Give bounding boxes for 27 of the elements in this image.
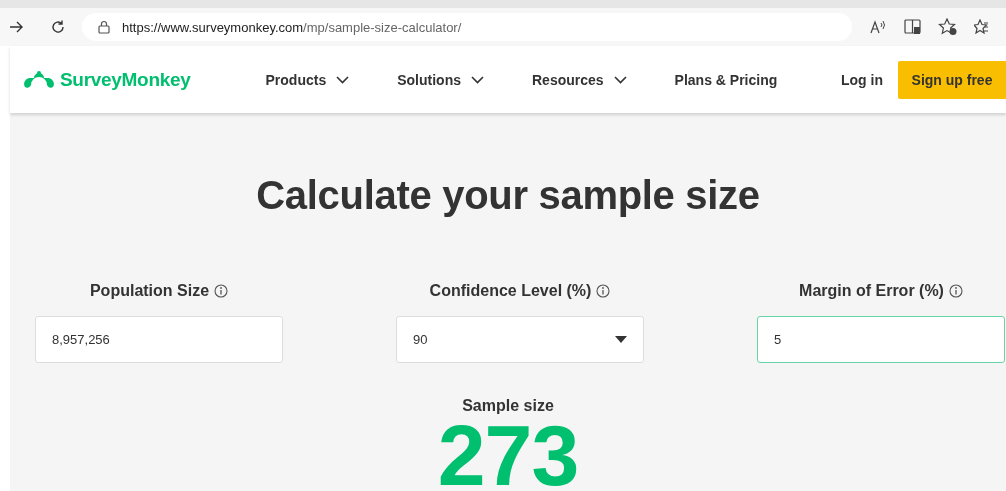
dropdown-triangle-icon (615, 336, 627, 343)
field-label: Confidence Level (%) (429, 282, 592, 300)
nav-menu-item[interactable]: Products (265, 71, 350, 88)
field-label: Population Size (89, 282, 210, 300)
url-text: https://www.surveymonkey.com/mp/sample-size-calculator/ (122, 19, 462, 35)
field-label: Margin of Error (%) (799, 282, 944, 300)
sign-up-button[interactable]: Sign up free (898, 60, 1006, 99)
nav-menu-item[interactable]: Solutions (397, 71, 484, 88)
info-icon[interactable] (214, 284, 229, 298)
address-bar[interactable]: https://www.surveymonkey.com/mp/sample-size-calculator/ (82, 13, 852, 41)
input-field[interactable]: 5 (757, 316, 1005, 363)
result-label: Sample size (462, 397, 554, 415)
reader-view-icon[interactable] (904, 19, 922, 35)
refresh-icon[interactable] (50, 19, 66, 35)
favorite-star-icon[interactable] (938, 18, 958, 36)
favorites-list-icon[interactable] (974, 19, 988, 35)
nav-menu-item[interactable]: Plans & Pricing (674, 71, 778, 88)
info-icon[interactable] (596, 284, 611, 298)
sample-size-value: 273 (437, 421, 579, 490)
input-field[interactable]: 8,957,256 (35, 316, 283, 363)
info-icon[interactable] (948, 284, 963, 298)
lock-icon (98, 20, 110, 34)
nav-menu-item[interactable]: Resources (532, 71, 627, 88)
log-in-link[interactable]: Log in (841, 71, 883, 88)
dropdown-select[interactable]: 90 (396, 316, 644, 363)
read-aloud-icon[interactable] (870, 20, 888, 34)
page-title: Calculate your sample size (256, 173, 760, 218)
